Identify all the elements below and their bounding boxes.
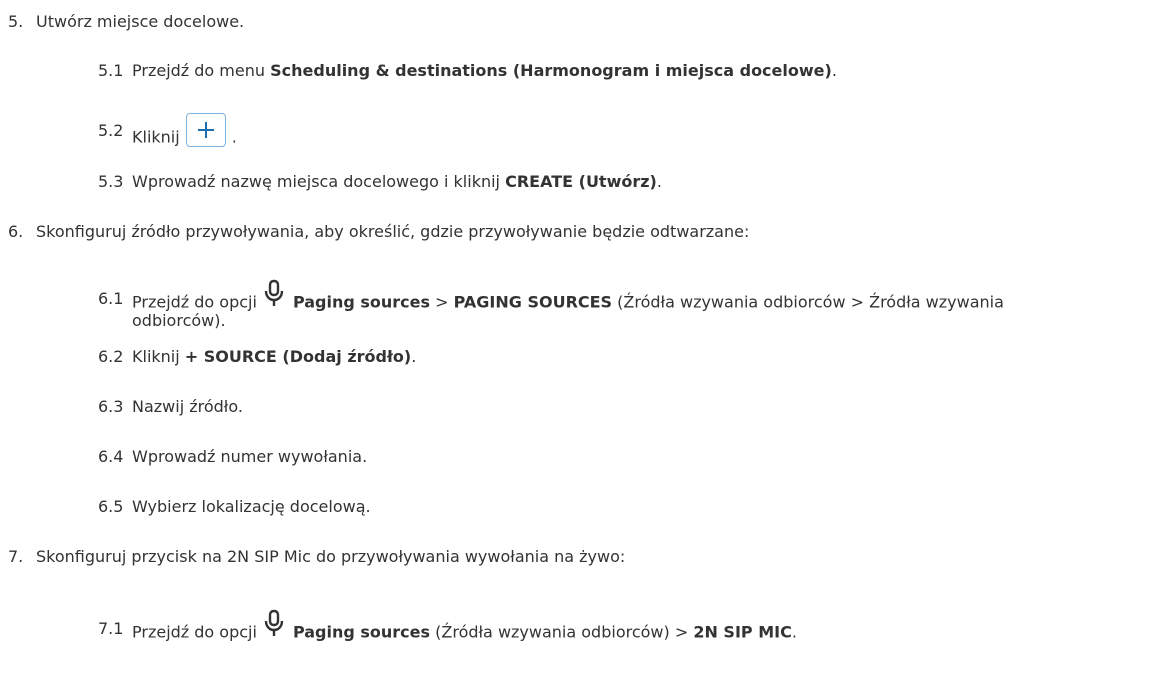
add-source-label: + SOURCE (Dodaj źródło) — [184, 347, 412, 366]
substep-text: Wprowadź numer wywołania. — [132, 447, 368, 466]
substep-number: 6.1 — [98, 289, 124, 308]
substep-number: 6.5 — [98, 497, 124, 516]
paging-sources-tab: PAGING SOURCES — [453, 292, 613, 312]
sip-mic-label: 2N SIP MIC — [693, 622, 792, 642]
substep-number: 6.2 — [98, 347, 124, 366]
substep-text: Wybierz lokalizację docelową. — [132, 497, 371, 516]
substep-number: 5.2 — [98, 121, 124, 140]
paging-sources-label: Paging sources — [292, 292, 431, 312]
paging-sources-label: Paging sources — [292, 622, 431, 642]
punctuation: . — [791, 622, 797, 642]
substep-text-continued: odbiorców). — [132, 311, 226, 330]
punctuation: . — [231, 127, 237, 147]
substep-number: 5.3 — [98, 172, 124, 191]
substep-number: 6.3 — [98, 397, 124, 416]
translation-text: (Źródła wzywania odbiorców) > — [430, 622, 694, 642]
substep-text: Kliknij — [132, 127, 180, 147]
step-text: Utwórz miejsce docelowe. — [36, 12, 245, 31]
substep-number: 7.1 — [98, 619, 124, 638]
plus-icon — [197, 122, 214, 138]
substep-number: 6.4 — [98, 447, 124, 466]
add-button[interactable] — [185, 113, 226, 147]
punctuation: . — [656, 172, 662, 191]
substep-text: Przejdź do opcji — [132, 292, 257, 312]
step-text: Skonfiguruj źródło przywoływania, aby ok… — [36, 222, 750, 241]
substep-text: Przejdź do menu — [132, 61, 271, 80]
translation-text: (Źródła wzywania odbiorców > Źródła wzyw… — [612, 292, 1004, 312]
microphone-icon — [264, 609, 284, 636]
punctuation: . — [411, 347, 417, 366]
step-number: 5. — [8, 12, 24, 31]
punctuation: . — [831, 61, 837, 80]
substep-text: Kliknij — [132, 347, 185, 366]
create-label: CREATE (Utwórz) — [505, 172, 657, 191]
step-number: 6. — [8, 222, 24, 241]
substep-number: 5.1 — [98, 61, 124, 80]
step-number: 7. — [8, 547, 24, 566]
substep-text: Nazwij źródło. — [132, 397, 243, 416]
step-text: Skonfiguruj przycisk na 2N SIP Mic do pr… — [36, 547, 626, 566]
microphone-icon — [264, 279, 284, 306]
menu-path: Scheduling & destinations (Harmonogram i… — [270, 61, 832, 80]
substep-text: Przejdź do opcji — [132, 622, 257, 642]
separator: > — [430, 292, 454, 312]
substep-text: Wprowadź nazwę miejsca docelowego i klik… — [132, 172, 506, 191]
